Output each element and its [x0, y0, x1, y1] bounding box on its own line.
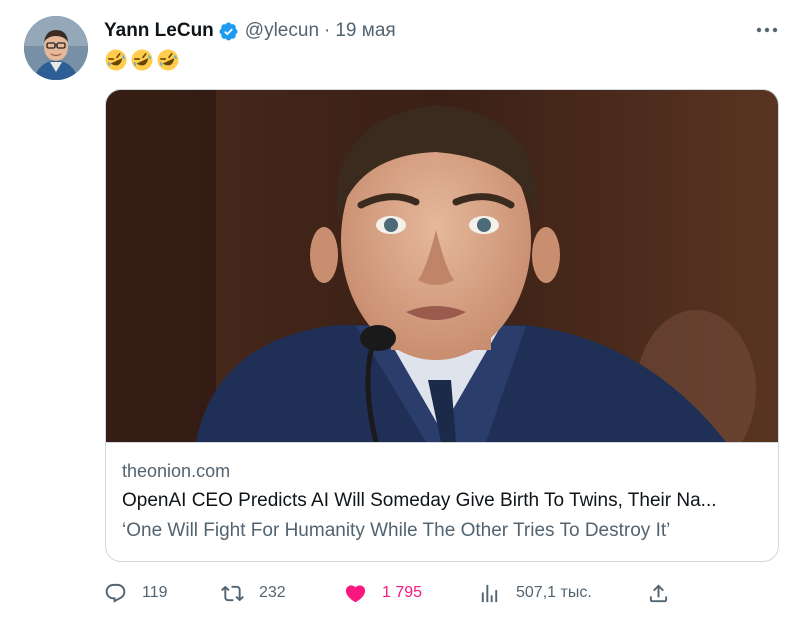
views-count: 507,1 тыс.: [516, 584, 592, 601]
card-divider: [106, 442, 778, 443]
share-button[interactable]: [647, 578, 670, 608]
views-bar-chart-icon: [481, 584, 498, 602]
reply-count: 119: [142, 584, 168, 601]
more-horizontal-icon[interactable]: [752, 20, 782, 40]
rolling-laughing-emoji-icon: [105, 49, 127, 71]
share-upload-icon: [649, 583, 668, 602]
card-image: [106, 90, 778, 442]
reply-button[interactable]: 119: [104, 578, 168, 608]
tweet-timestamp[interactable]: 19 мая: [335, 20, 395, 42]
card-description: ‘One Will Fight For Humanity While The O…: [122, 520, 671, 541]
tweet-text: [104, 48, 180, 74]
reply-icon: [105, 583, 126, 603]
avatar-photo: [24, 16, 88, 80]
retweet-count: 232: [259, 584, 286, 601]
tweet: Yann LeCun @ylecun · 19 мая theonion.com…: [0, 0, 800, 623]
author-handle[interactable]: @ylecun: [245, 20, 319, 42]
like-button[interactable]: 1 795: [344, 578, 422, 608]
rolling-laughing-emoji-icon: [131, 49, 153, 71]
action-bar: 119 232 1 795 507,1 тыс.: [104, 578, 684, 608]
avatar[interactable]: [24, 16, 88, 80]
retweet-icon: [221, 585, 244, 601]
like-count: 1 795: [382, 584, 423, 601]
link-card[interactable]: theonion.com OpenAI CEO Predicts AI Will…: [105, 89, 779, 562]
views-button[interactable]: 507,1 тыс.: [478, 578, 592, 608]
verified-badge-icon: [218, 21, 239, 42]
author-name[interactable]: Yann LeCun: [104, 20, 214, 42]
retweet-button[interactable]: 232: [221, 578, 286, 608]
card-title: OpenAI CEO Predicts AI Will Someday Give…: [122, 490, 717, 511]
header-separator: ·: [324, 20, 331, 41]
card-domain: theonion.com: [122, 461, 231, 481]
heart-filled-icon: [345, 584, 366, 602]
rolling-laughing-emoji-icon: [157, 49, 179, 71]
tweet-header: Yann LeCun @ylecun · 19 мая: [104, 18, 396, 44]
